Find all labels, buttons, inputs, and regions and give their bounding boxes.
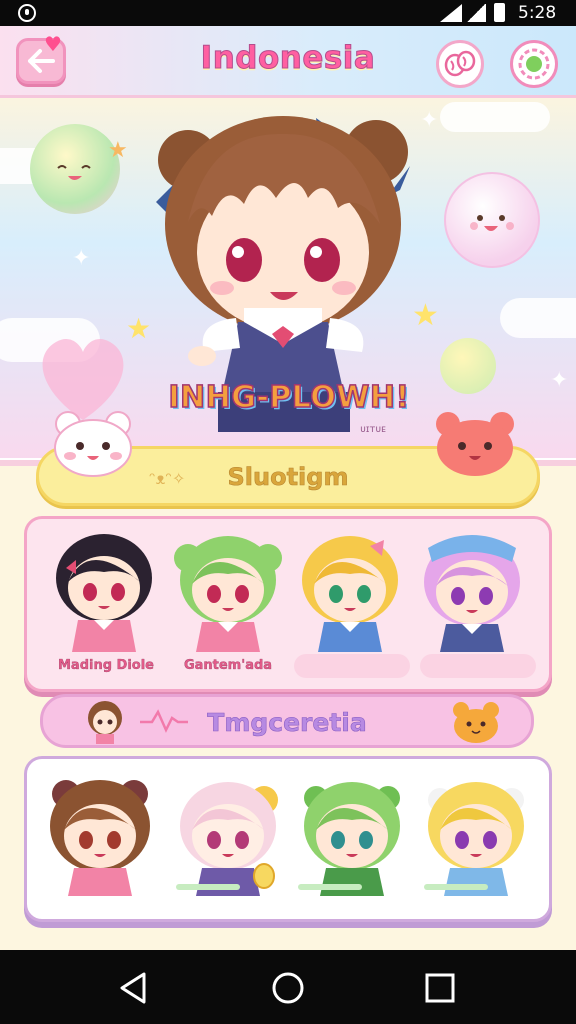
system-nav-bar <box>0 950 576 1024</box>
bubble-decoration <box>440 338 496 394</box>
status-time: 5:28 <box>518 3 557 23</box>
star-icon: ✦ <box>550 368 569 393</box>
wifi-icon <box>466 4 486 22</box>
bubble-face-icon <box>57 165 91 180</box>
nav-back-icon[interactable] <box>116 970 152 1006</box>
character-card[interactable] <box>44 772 156 900</box>
red-bear-icon <box>436 412 514 476</box>
progress-indicator <box>298 884 362 890</box>
progress-indicator <box>176 884 240 890</box>
white-bear-icon <box>54 411 132 477</box>
heartbeat-icon <box>140 709 188 733</box>
heart-icon: ♥ <box>44 32 62 56</box>
cloud-decoration <box>440 102 550 132</box>
orange-bear-icon <box>453 702 499 743</box>
character-card[interactable] <box>296 772 408 900</box>
candy-icon <box>444 50 476 77</box>
app-header: ♥ Indonesia <box>0 26 576 98</box>
character-name-label <box>294 654 410 678</box>
ghost-face-icon <box>470 215 514 231</box>
page-title: Indonesia <box>200 40 376 77</box>
character-card[interactable] <box>48 528 160 656</box>
nav-recents-icon[interactable] <box>422 970 458 1006</box>
star-icon: ✦ <box>72 246 91 271</box>
character-name-label: Mading Diole <box>57 658 154 673</box>
character-card[interactable] <box>172 528 284 656</box>
battery-icon <box>494 3 505 22</box>
flower-gear-icon <box>518 48 550 80</box>
character-card[interactable] <box>172 772 284 900</box>
candy-button[interactable] <box>436 40 484 88</box>
character-name-label: Gantem'ada <box>183 658 273 673</box>
mini-character-icon <box>88 701 122 744</box>
notification-icon <box>18 4 36 22</box>
settings-button[interactable] <box>510 40 558 88</box>
hero-subtitle: ᴜɪᴛᴜᴇ <box>360 424 386 435</box>
character-card[interactable] <box>416 528 528 656</box>
star-icon: ✦ <box>420 108 439 133</box>
nav-home-icon[interactable] <box>270 970 306 1006</box>
character-card[interactable] <box>294 528 406 656</box>
progress-indicator <box>424 884 488 890</box>
signal-icon <box>440 4 462 22</box>
hero-banner: ★ ✦ ★ ★ ✦ ✦ INHG-PLOWH! ᴜɪᴛᴜᴇ <box>0 98 576 460</box>
status-bar: 5:28 <box>0 0 576 26</box>
character-card[interactable] <box>420 772 532 900</box>
hero-title: INHG-PLOWH! <box>168 379 410 416</box>
cloud-decoration <box>500 298 576 338</box>
character-name-label <box>420 654 536 678</box>
star-icon: ★ <box>108 138 128 163</box>
